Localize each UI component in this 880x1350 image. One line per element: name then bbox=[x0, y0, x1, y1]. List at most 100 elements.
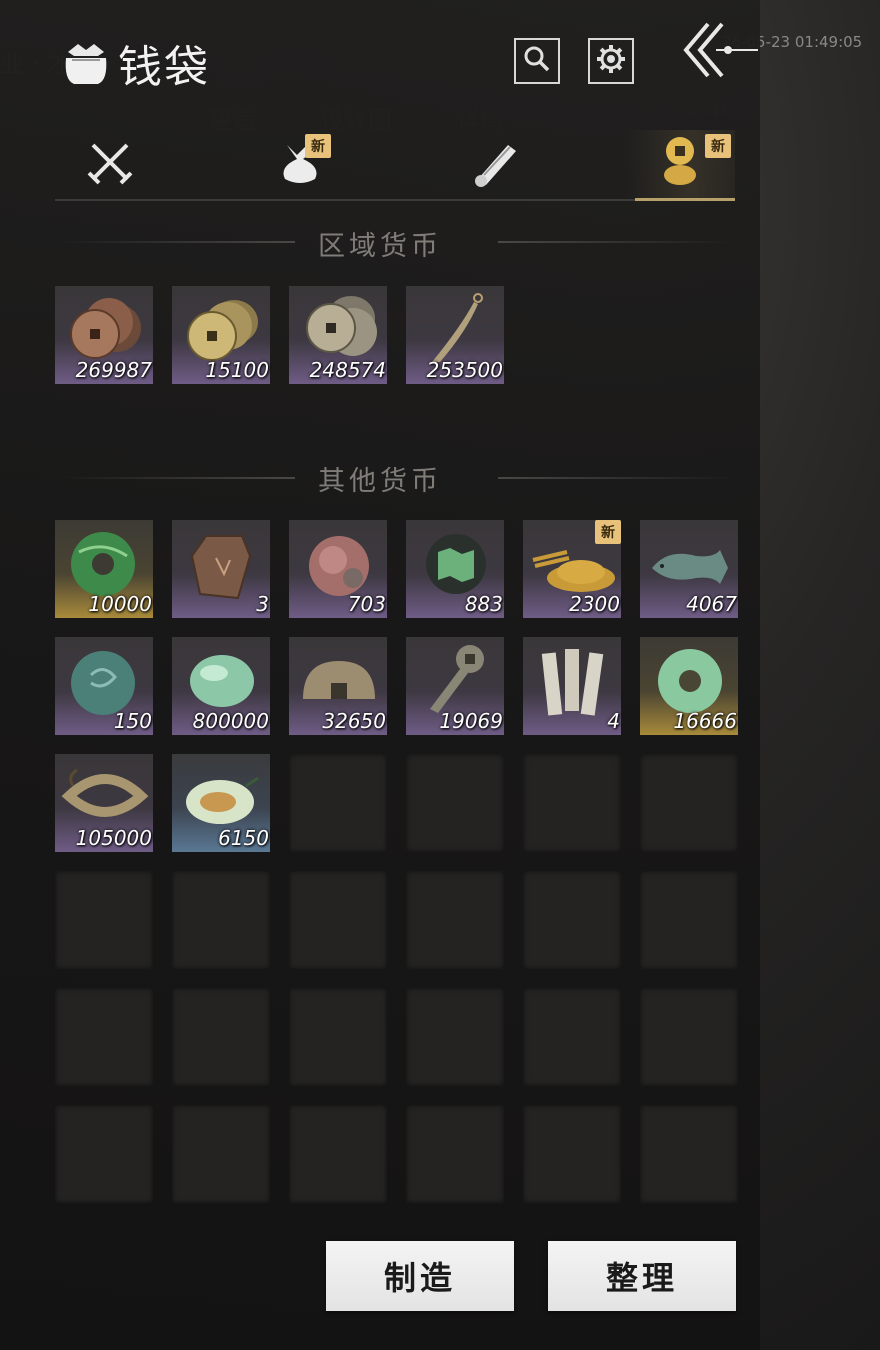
currency-count: 269987 bbox=[75, 358, 152, 382]
search-icon bbox=[522, 44, 552, 78]
currency-count: 883 bbox=[464, 592, 503, 616]
empty-slot bbox=[289, 1105, 387, 1203]
currency-count: 32650 bbox=[322, 709, 386, 733]
red-stone-icon bbox=[309, 536, 369, 596]
panel-header: 钱袋 bbox=[60, 38, 210, 93]
gold-coin-stack-icon bbox=[187, 300, 258, 361]
currency-count: 150 bbox=[113, 709, 152, 733]
currency-count: 4067 bbox=[686, 592, 737, 616]
currency-slot[interactable]: 10000 bbox=[55, 520, 153, 618]
section-divider bbox=[498, 241, 733, 243]
scroll-icon bbox=[468, 135, 522, 193]
tab-divider bbox=[55, 199, 735, 201]
currency-slot[interactable]: 16666 bbox=[640, 637, 738, 735]
empty-slot bbox=[406, 754, 504, 852]
empty-slot bbox=[172, 871, 270, 969]
currency-slot[interactable]: 3 bbox=[172, 520, 270, 618]
empty-slot bbox=[523, 871, 621, 969]
currency-slot[interactable]: 883 bbox=[406, 520, 504, 618]
section-title-regional: 区域货币 bbox=[318, 231, 442, 262]
empty-slot bbox=[55, 871, 153, 969]
currency-count: 16666 bbox=[673, 709, 737, 733]
green-map-icon bbox=[426, 534, 486, 594]
empty-slot bbox=[523, 988, 621, 1086]
settings-button[interactable] bbox=[588, 38, 634, 84]
back-button[interactable] bbox=[680, 20, 760, 82]
sickle-blade-icon bbox=[432, 293, 483, 362]
currency-slot[interactable]: 4067 bbox=[640, 520, 738, 618]
sort-button[interactable]: 整理 bbox=[548, 1241, 736, 1311]
search-button[interactable] bbox=[514, 38, 560, 84]
tab-currency[interactable]: 新 bbox=[625, 130, 735, 198]
currency-slot[interactable]: 800000 bbox=[172, 637, 270, 735]
coins-icon bbox=[655, 135, 705, 193]
currency-count: 248574 bbox=[309, 358, 386, 382]
currency-slot[interactable]: 19069 bbox=[406, 637, 504, 735]
empty-slot bbox=[406, 988, 504, 1086]
currency-slot[interactable]: 32650 bbox=[289, 637, 387, 735]
section-divider bbox=[498, 477, 733, 479]
coin-string-icon bbox=[61, 768, 149, 817]
melon-icon bbox=[186, 776, 259, 824]
currency-count: 3 bbox=[256, 592, 269, 616]
currency-count: 800000 bbox=[192, 709, 269, 733]
key-coin-icon bbox=[430, 645, 484, 713]
empty-slot bbox=[640, 871, 738, 969]
currency-slot[interactable]: 248574 bbox=[289, 286, 387, 384]
copper-coin-stack-icon bbox=[70, 298, 141, 359]
currency-count: 253500 bbox=[426, 358, 503, 382]
tab-items[interactable]: 新 bbox=[245, 130, 355, 198]
page-title: 钱袋 bbox=[118, 42, 210, 93]
empty-slot bbox=[640, 1105, 738, 1203]
currency-count: 703 bbox=[347, 592, 386, 616]
currency-count: 15100 bbox=[205, 358, 269, 382]
empty-slot bbox=[640, 988, 738, 1086]
empty-slot bbox=[289, 754, 387, 852]
empty-slot bbox=[289, 871, 387, 969]
tab-scrolls[interactable] bbox=[440, 130, 550, 198]
category-tabs: 新 新 bbox=[55, 130, 735, 200]
craft-button[interactable]: 制造 bbox=[326, 1241, 514, 1311]
empty-slot bbox=[406, 871, 504, 969]
currency-count: 4 bbox=[607, 709, 620, 733]
currency-slot[interactable]: 703 bbox=[289, 520, 387, 618]
jade-disc-icon bbox=[71, 532, 135, 596]
crossed-swords-icon bbox=[85, 137, 135, 191]
jade-ring-icon bbox=[658, 649, 722, 713]
empty-slot bbox=[172, 1105, 270, 1203]
currency-slot[interactable]: 253500 bbox=[406, 286, 504, 384]
new-badge: 新 bbox=[705, 134, 731, 158]
empty-slot bbox=[172, 988, 270, 1086]
currency-slot[interactable]: 2300 新 bbox=[523, 520, 621, 618]
new-badge: 新 bbox=[595, 520, 621, 544]
empty-slot bbox=[523, 754, 621, 852]
teal-stone-icon bbox=[71, 651, 135, 715]
currency-slot[interactable]: 4 bbox=[523, 637, 621, 735]
bronze-tablet-icon bbox=[190, 535, 252, 600]
empty-slot bbox=[406, 1105, 504, 1203]
wallet-panel: 钱袋 新 新 区域货币 269987 15100 248574 253500 其… bbox=[0, 0, 760, 1350]
currency-slot[interactable]: 6150 bbox=[172, 754, 270, 852]
empty-slot bbox=[289, 988, 387, 1086]
currency-count: 10000 bbox=[88, 592, 152, 616]
new-badge: 新 bbox=[305, 134, 331, 158]
currency-count: 105000 bbox=[75, 826, 152, 850]
currency-count: 2300 bbox=[569, 592, 620, 616]
empty-slot bbox=[523, 1105, 621, 1203]
fish-icon bbox=[652, 550, 728, 584]
pouch-icon bbox=[60, 40, 112, 86]
half-coin-icon bbox=[303, 661, 375, 699]
active-tab-indicator bbox=[635, 198, 735, 201]
tab-equipment[interactable] bbox=[55, 130, 165, 198]
empty-slot bbox=[55, 1105, 153, 1203]
currency-slot[interactable]: 269987 bbox=[55, 286, 153, 384]
empty-slot bbox=[55, 988, 153, 1086]
currency-count: 19069 bbox=[439, 709, 503, 733]
currency-slot[interactable]: 15100 bbox=[172, 286, 270, 384]
empty-slot bbox=[640, 754, 738, 852]
currency-slot[interactable]: 150 bbox=[55, 637, 153, 735]
currency-count: 6150 bbox=[218, 826, 269, 850]
currency-slot[interactable]: 105000 bbox=[55, 754, 153, 852]
gear-icon bbox=[595, 43, 627, 79]
bamboo-slips-icon bbox=[541, 649, 604, 716]
